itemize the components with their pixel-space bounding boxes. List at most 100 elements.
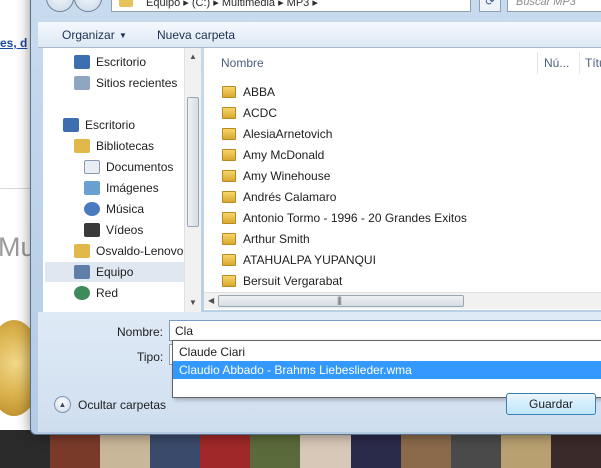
filename-input[interactable]: Cla [169, 320, 601, 341]
list-item[interactable]: AlesiaArnetovich [222, 124, 332, 144]
navigation-scrollbar[interactable]: ▲ ▼ [184, 48, 201, 312]
column-header-name[interactable]: Nombre [221, 56, 264, 70]
nav-item-videos[interactable]: Vídeos [84, 220, 143, 240]
nav-item-libraries[interactable]: Bibliotecas [74, 136, 154, 156]
scroll-left-arrow-icon[interactable]: ◀ [208, 296, 214, 305]
nav-item-desktop-root[interactable]: Escritorio [63, 115, 135, 135]
desktop-icon [74, 55, 90, 69]
autocomplete-option-selected[interactable]: Claudio Abbado - Brahms Liebeslieder.wma [173, 361, 601, 379]
folder-icon [119, 0, 133, 7]
nav-item-label: Documentos [106, 160, 174, 174]
list-item[interactable]: Andrés Calamaro [222, 187, 336, 207]
folder-name: ACDC [243, 106, 278, 120]
horizontal-scrollbar[interactable]: ◀ ||| [204, 292, 601, 309]
address-row: Equipo ▸ (C:) ▸ Multimedia ▸ MP3 ▸ ⟳ Bus… [0, 0, 601, 14]
chevron-down-icon[interactable]: ▼ [119, 31, 127, 40]
list-item[interactable]: ACDC [222, 103, 277, 123]
nav-item-desktop[interactable]: Escritorio [74, 52, 146, 72]
column-divider[interactable] [537, 52, 538, 74]
scroll-up-arrow-icon[interactable]: ▲ [189, 52, 197, 61]
network-icon [74, 286, 90, 300]
list-item[interactable]: Arthur Smith [222, 229, 310, 249]
folder-icon [222, 170, 236, 182]
music-icon [84, 202, 100, 216]
nav-item-recent-places[interactable]: Sitios recientes [74, 73, 177, 93]
desktop-icon [63, 118, 79, 132]
nav-item-label: Bibliotecas [96, 139, 155, 153]
background-link[interactable]: es, d [0, 36, 27, 50]
recent-places-icon [74, 76, 90, 90]
folder-icon [222, 128, 236, 140]
column-header-number[interactable]: Nú... [544, 56, 569, 70]
forward-button[interactable] [74, 0, 102, 12]
folder-icon [222, 275, 236, 287]
save-button[interactable]: Guardar [506, 393, 596, 415]
hide-folders-label: Ocultar carpetas [78, 397, 167, 412]
back-button[interactable] [46, 0, 74, 12]
list-item[interactable]: ATAHUALPA YUPANQUI [222, 250, 376, 270]
command-bar: Organizar ▼ Nueva carpeta [38, 22, 601, 48]
nav-item-documents[interactable]: Documentos [84, 157, 173, 177]
folder-icon [222, 212, 236, 224]
filename-label: Nombre: [117, 325, 164, 339]
folder-icon [222, 254, 236, 266]
nav-item-music[interactable]: Música [84, 199, 144, 219]
search-input[interactable]: Buscar MP3 [507, 0, 601, 12]
hide-folders-button[interactable]: ▲ Ocultar carpetas [54, 396, 166, 413]
folder-name: ABBA [243, 85, 276, 99]
nav-item-label: Osvaldo-Lenovo [96, 244, 184, 258]
documents-icon [84, 160, 100, 174]
autocomplete-dropdown: Claude Ciari Claudio Abbado - Brahms Lie… [172, 340, 601, 398]
autocomplete-option[interactable]: Claude Ciari [173, 343, 601, 361]
nav-item-label: Vídeos [106, 223, 144, 237]
folder-icon [222, 149, 236, 161]
filetype-label: Tipo: [137, 350, 164, 364]
pictures-icon [84, 181, 100, 195]
folder-name: Amy McDonald [243, 148, 325, 162]
videos-icon [84, 223, 100, 237]
folder-name: Bersuit Vergarabat [243, 274, 343, 288]
nav-item-label: Imágenes [106, 181, 159, 195]
list-item[interactable]: Bersuit Vergarabat [222, 271, 342, 291]
nav-item-label: Escritorio [85, 118, 136, 132]
column-header-title[interactable]: Títu [585, 56, 601, 70]
folder-icon [222, 233, 236, 245]
list-item[interactable]: Antonio Tormo - 1996 - 20 Grandes Exitos [222, 208, 467, 228]
computer-icon [74, 265, 90, 279]
list-item[interactable]: Amy Winehouse [222, 166, 330, 186]
chevron-up-icon: ▲ [54, 396, 71, 413]
nav-item-label: Red [96, 286, 119, 300]
nav-item-pictures[interactable]: Imágenes [84, 178, 159, 198]
list-item[interactable]: Amy McDonald [222, 145, 324, 165]
folder-name: ATAHUALPA YUPANQUI [243, 253, 376, 267]
list-item[interactable]: ABBA [222, 82, 275, 102]
folder-icon [222, 107, 236, 119]
refresh-button[interactable]: ⟳ [479, 0, 501, 12]
folder-name: Arthur Smith [243, 232, 310, 246]
user-folder-icon [74, 244, 90, 258]
scroll-down-arrow-icon[interactable]: ▼ [189, 298, 197, 307]
folder-name: AlesiaArnetovich [243, 127, 333, 141]
nav-item-network[interactable]: Red [74, 283, 118, 303]
folder-name: Antonio Tormo - 1996 - 20 Grandes Exitos [243, 211, 467, 225]
nav-item-user-folder[interactable]: Osvaldo-Lenovo [74, 241, 183, 261]
address-bar[interactable]: Equipo ▸ (C:) ▸ Multimedia ▸ MP3 ▸ [111, 0, 471, 12]
grip-icon: ||| [337, 295, 342, 305]
nav-item-computer[interactable]: Equipo [45, 262, 184, 282]
refresh-icon: ⟳ [485, 0, 495, 8]
folder-name: Amy Winehouse [243, 169, 331, 183]
scrollbar-thumb[interactable] [187, 97, 199, 227]
new-folder-button[interactable]: Nueva carpeta [157, 28, 235, 42]
nav-item-label: Música [106, 202, 145, 216]
scrollbar-thumb[interactable]: ||| [218, 295, 464, 307]
column-divider[interactable] [579, 52, 580, 74]
nav-item-label: Escritorio [96, 55, 147, 69]
organize-button[interactable]: Organizar [62, 28, 115, 42]
file-list: Nombre Nú... Títu ABBA ACDC AlesiaArneto… [204, 48, 601, 310]
nav-item-label: Equipo [96, 265, 134, 279]
navigation-pane: Escritorio Sitios recientes Escritorio B… [43, 48, 201, 312]
folder-name: Andrés Calamaro [243, 190, 337, 204]
nav-item-label: Sitios recientes [96, 76, 178, 90]
folder-icon [222, 191, 236, 203]
libraries-icon [74, 139, 90, 153]
